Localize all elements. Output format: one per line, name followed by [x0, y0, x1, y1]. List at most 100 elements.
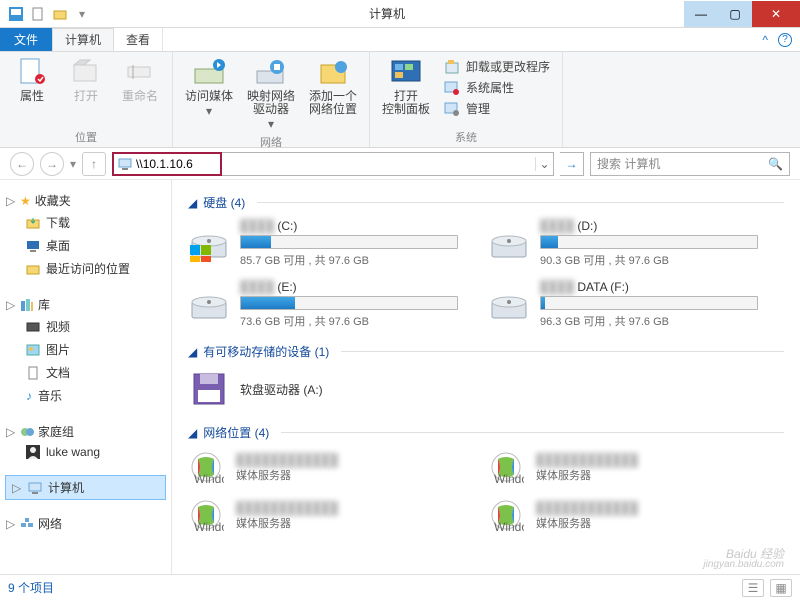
- group-label-network: 网络: [181, 132, 361, 150]
- drive-item[interactable]: ████ (E:) 73.6 GB 可用 , 共 97.6 GB: [188, 280, 458, 329]
- svg-text:Windows Media Player: Windows Media Player: [194, 472, 224, 485]
- floppy-label[interactable]: 软盘驱动器 (A:): [240, 381, 323, 398]
- nav-bar: ← → ▾ ↑ ⌄ → 搜索 计算机 🔍: [0, 148, 800, 180]
- group-hard-drives[interactable]: ◢硬盘 (4): [188, 194, 784, 211]
- sidebar-item-desktop[interactable]: 桌面: [6, 234, 165, 257]
- qat-dd-icon[interactable]: ▾: [74, 6, 90, 22]
- go-button[interactable]: →: [560, 152, 584, 176]
- map-drive-label: 映射网络 驱动器: [247, 90, 295, 116]
- status-count: 9 个项目: [8, 579, 54, 596]
- up-button[interactable]: ↑: [82, 152, 106, 176]
- drive-label: ████ DATA (F:): [540, 280, 758, 294]
- uninstall-label: 卸载或更改程序: [466, 58, 550, 75]
- maximize-button[interactable]: ▢: [718, 1, 752, 27]
- sidebar-item-video[interactable]: 视频: [6, 315, 165, 338]
- control-panel-button[interactable]: 打开 控制面板: [378, 56, 434, 127]
- svg-text:Windows Media Player: Windows Media Player: [494, 472, 524, 485]
- media-server-icon: Windows Media Player: [488, 449, 526, 487]
- sidebar-favorites-head[interactable]: ▷★收藏夹: [6, 190, 165, 211]
- drive-stat: 90.3 GB 可用 , 共 97.6 GB: [540, 252, 758, 268]
- sidebar: ▷★收藏夹 下载 桌面 最近访问的位置 ▷库 视频 图片 文档 ♪音乐 ▷家庭组…: [0, 180, 172, 574]
- sidebar-item-downloads[interactable]: 下载: [6, 211, 165, 234]
- group-network-loc[interactable]: ◢网络位置 (4): [188, 424, 784, 441]
- network-item-label: ████████████: [236, 501, 338, 515]
- svg-text:Windows Media Player: Windows Media Player: [194, 520, 224, 533]
- media-server-icon: Windows Media Player: [188, 497, 226, 535]
- qat-new-icon[interactable]: [30, 6, 46, 22]
- system-props-button[interactable]: 系统属性: [444, 79, 550, 96]
- network-item-label: ████████████: [536, 453, 638, 467]
- map-drive-button[interactable]: 映射网络 驱动器 ▾: [243, 56, 299, 132]
- view-icons-button[interactable]: ▦: [770, 579, 792, 597]
- network-item-sub: 媒体服务器: [536, 467, 638, 483]
- drive-stat: 73.6 GB 可用 , 共 97.6 GB: [240, 313, 458, 329]
- tab-computer[interactable]: 计算机: [52, 28, 114, 51]
- back-button[interactable]: ←: [10, 152, 34, 176]
- drive-stat: 85.7 GB 可用 , 共 97.6 GB: [240, 252, 458, 268]
- open-button[interactable]: 打开: [62, 56, 110, 127]
- sidebar-library-head[interactable]: ▷库: [6, 294, 165, 315]
- sidebar-item-documents[interactable]: 文档: [6, 361, 165, 384]
- ribbon: 属性 打开 重命名 位置 访问媒体 ▾ 映射网络 驱动器 ▾: [0, 52, 800, 148]
- window-title: 计算机: [90, 5, 684, 22]
- help-icon[interactable]: ?: [778, 33, 792, 47]
- content-pane: ◢硬盘 (4) ████ (C:) 85.7 GB 可用 , 共 97.6 GB…: [172, 180, 800, 574]
- sidebar-item-recent[interactable]: 最近访问的位置: [6, 257, 165, 280]
- address-input[interactable]: [136, 157, 216, 171]
- sidebar-item-user[interactable]: luke wang: [6, 442, 165, 462]
- sidebar-homegroup-head[interactable]: ▷家庭组: [6, 421, 165, 442]
- network-location-item[interactable]: Windows Media Player ████████████ 媒体服务器: [488, 497, 758, 535]
- title-bar: ▾ 计算机 — ▢ ✕: [0, 0, 800, 28]
- drive-item[interactable]: ████ (C:) 85.7 GB 可用 , 共 97.6 GB: [188, 219, 458, 268]
- media-server-icon: Windows Media Player: [188, 449, 226, 487]
- network-item-label: ████████████: [236, 453, 338, 467]
- address-bar[interactable]: ⌄: [112, 152, 554, 176]
- network-item-sub: 媒体服务器: [236, 515, 338, 531]
- drive-usage-bar: [540, 296, 758, 310]
- network-location-item[interactable]: Windows Media Player ████████████ 媒体服务器: [188, 449, 458, 487]
- ribbon-toggle-icon[interactable]: ^: [762, 33, 768, 47]
- floppy-icon: [188, 368, 230, 410]
- group-removable[interactable]: ◢有可移动存储的设备 (1): [188, 343, 784, 360]
- drive-item[interactable]: ████ (D:) 90.3 GB 可用 , 共 97.6 GB: [488, 219, 758, 268]
- sidebar-item-computer[interactable]: ▷计算机: [6, 476, 165, 499]
- drive-icon: [188, 223, 230, 265]
- uninstall-button[interactable]: 卸载或更改程序: [444, 58, 550, 75]
- drive-usage-bar: [240, 235, 458, 249]
- search-placeholder: 搜索 计算机: [597, 155, 768, 172]
- rename-button[interactable]: 重命名: [116, 56, 164, 127]
- history-dd[interactable]: ▾: [70, 157, 76, 171]
- close-button[interactable]: ✕: [752, 1, 800, 27]
- forward-button[interactable]: →: [40, 152, 64, 176]
- search-box[interactable]: 搜索 计算机 🔍: [590, 152, 790, 176]
- network-location-item[interactable]: Windows Media Player ████████████ 媒体服务器: [188, 497, 458, 535]
- access-media-button[interactable]: 访问媒体 ▾: [181, 56, 237, 132]
- address-dd-icon[interactable]: ⌄: [535, 157, 553, 171]
- sidebar-item-network[interactable]: ▷网络: [6, 513, 165, 534]
- system-icon[interactable]: [8, 6, 24, 22]
- group-label-location: 位置: [8, 127, 164, 145]
- drive-stat: 96.3 GB 可用 , 共 97.6 GB: [540, 313, 758, 329]
- system-props-label: 系统属性: [466, 79, 514, 96]
- open-label: 打开: [74, 90, 98, 103]
- access-media-label: 访问媒体: [185, 90, 233, 103]
- manage-label: 管理: [466, 100, 490, 117]
- view-details-button[interactable]: ☰: [742, 579, 764, 597]
- add-location-button[interactable]: 添加一个 网络位置: [305, 56, 361, 132]
- drive-item[interactable]: ████ DATA (F:) 96.3 GB 可用 , 共 97.6 GB: [488, 280, 758, 329]
- minimize-button[interactable]: —: [684, 1, 718, 27]
- ribbon-group-network: 访问媒体 ▾ 映射网络 驱动器 ▾ 添加一个 网络位置 网络: [173, 52, 370, 147]
- sidebar-item-music[interactable]: ♪音乐: [6, 384, 165, 407]
- sidebar-item-pictures[interactable]: 图片: [6, 338, 165, 361]
- tab-view[interactable]: 查看: [114, 28, 163, 51]
- search-icon[interactable]: 🔍: [768, 157, 783, 171]
- network-location-item[interactable]: Windows Media Player ████████████ 媒体服务器: [488, 449, 758, 487]
- manage-button[interactable]: 管理: [444, 100, 550, 117]
- drive-label: ████ (D:): [540, 219, 758, 233]
- drive-label: ████ (E:): [240, 280, 458, 294]
- properties-button[interactable]: 属性: [8, 56, 56, 127]
- drive-label: ████ (C:): [240, 219, 458, 233]
- properties-label: 属性: [20, 90, 44, 103]
- qat-folder-icon[interactable]: [52, 6, 68, 22]
- file-menu[interactable]: 文件: [0, 28, 52, 51]
